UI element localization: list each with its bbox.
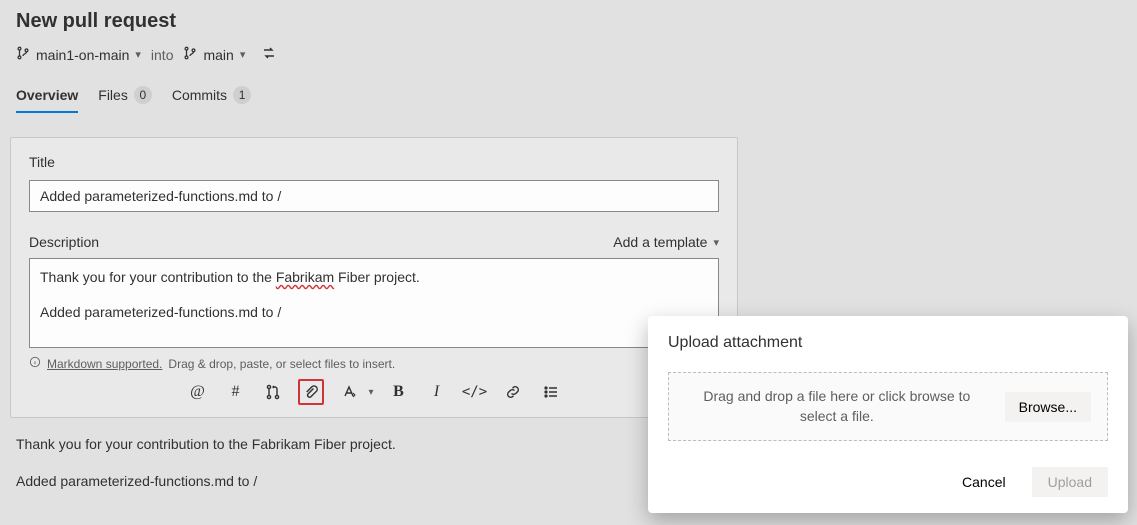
cancel-button[interactable]: Cancel <box>946 467 1022 497</box>
markdown-hint-row: Markdown supported. Drag & drop, paste, … <box>29 356 719 371</box>
title-input[interactable] <box>29 180 719 212</box>
chevron-down-icon: ▾ <box>135 48 141 61</box>
preview-line: Thank you for your contribution to the F… <box>16 434 716 455</box>
tab-files[interactable]: Files 0 <box>98 82 152 114</box>
pr-link-button[interactable] <box>260 379 286 405</box>
description-textarea[interactable]: Thank you for your contribution to the F… <box>29 258 719 348</box>
tabs: Overview Files 0 Commits 1 <box>16 82 1121 115</box>
attach-file-button[interactable] <box>298 379 324 405</box>
text-style-button[interactable] <box>336 379 362 405</box>
tab-commits[interactable]: Commits 1 <box>172 82 251 114</box>
add-template-button[interactable]: Add a template ▾ <box>613 234 719 250</box>
chevron-down-icon: ▾ <box>713 236 719 249</box>
bullet-list-button[interactable] <box>538 379 564 405</box>
code-button[interactable]: </> <box>462 379 488 405</box>
tab-label: Commits <box>172 87 227 103</box>
file-dropzone[interactable]: Drag and drop a file here or click brows… <box>668 372 1108 441</box>
chevron-down-icon: ▾ <box>240 48 246 61</box>
description-label: Description <box>29 234 99 250</box>
italic-button[interactable]: I <box>424 379 450 405</box>
markdown-supported-link[interactable]: Markdown supported. <box>47 357 162 371</box>
bold-button[interactable]: B <box>386 379 412 405</box>
info-icon <box>29 356 41 371</box>
source-branch-selector[interactable]: main1-on-main ▾ <box>16 46 141 63</box>
dropzone-text: Drag and drop a file here or click brows… <box>685 387 989 426</box>
dialog-title: Upload attachment <box>668 334 1108 352</box>
swap-branches-button[interactable] <box>261 45 277 64</box>
tab-label: Overview <box>16 87 78 103</box>
commits-count-badge: 1 <box>233 86 251 104</box>
link-button[interactable] <box>500 379 526 405</box>
branch-selector-row: main1-on-main ▾ into main ▾ <box>16 45 1121 64</box>
files-count-badge: 0 <box>134 86 152 104</box>
preview-line: Added parameterized-functions.md to / <box>16 471 716 492</box>
description-preview: Thank you for your contribution to the F… <box>16 434 716 492</box>
into-label: into <box>151 47 174 63</box>
tab-label: Files <box>98 87 128 103</box>
mention-button[interactable]: @ <box>184 379 210 405</box>
markdown-hint-text: Drag & drop, paste, or select files to i… <box>168 357 395 371</box>
pr-form-card: Title Description Add a template ▾ Thank… <box>10 137 738 418</box>
tab-overview[interactable]: Overview <box>16 83 78 113</box>
source-branch-name: main1-on-main <box>36 47 129 63</box>
editor-toolbar: @ # ▾ B I </> <box>29 379 719 405</box>
page-title: New pull request <box>16 10 1121 33</box>
upload-button[interactable]: Upload <box>1032 467 1108 497</box>
upload-attachment-dialog: Upload attachment Drag and drop a file h… <box>648 316 1128 513</box>
branch-icon <box>16 46 30 63</box>
work-item-button[interactable]: # <box>222 379 248 405</box>
page-header: New pull request main1-on-main ▾ into ma… <box>0 0 1137 115</box>
chevron-down-icon: ▾ <box>368 387 373 398</box>
target-branch-name: main <box>203 47 233 63</box>
add-template-label: Add a template <box>613 234 707 250</box>
branch-icon <box>183 46 197 63</box>
dialog-actions: Cancel Upload <box>668 467 1108 497</box>
title-label: Title <box>29 154 719 170</box>
browse-button[interactable]: Browse... <box>1005 392 1091 422</box>
target-branch-selector[interactable]: main ▾ <box>183 46 245 63</box>
